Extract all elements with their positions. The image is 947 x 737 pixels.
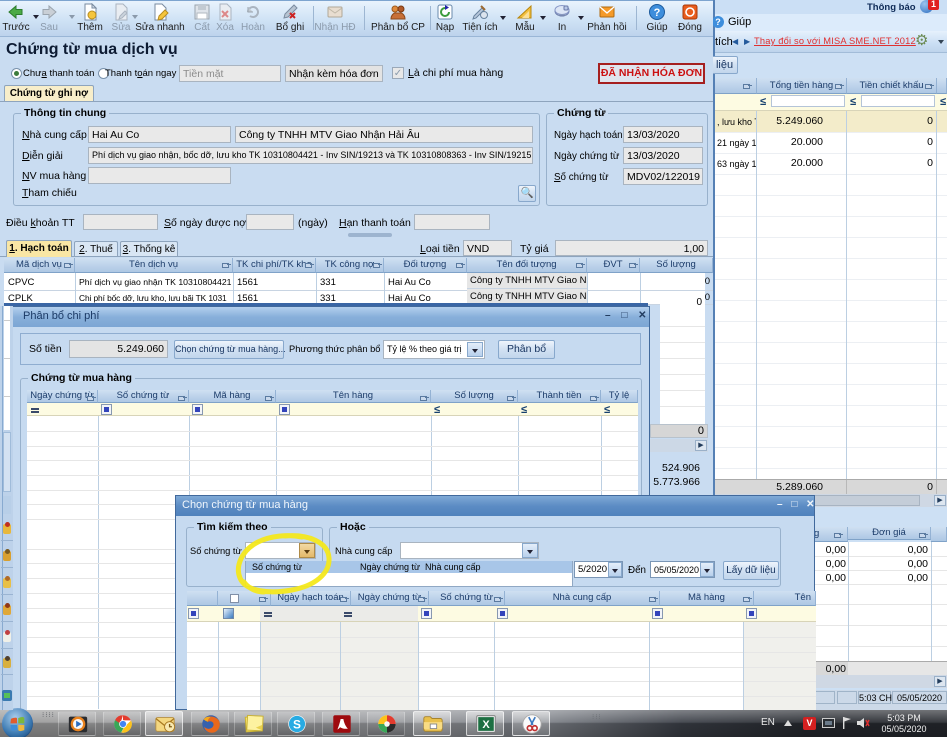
svg-text:?: ? — [654, 7, 661, 19]
svg-text:S: S — [293, 718, 301, 732]
svg-text:X: X — [482, 719, 490, 731]
